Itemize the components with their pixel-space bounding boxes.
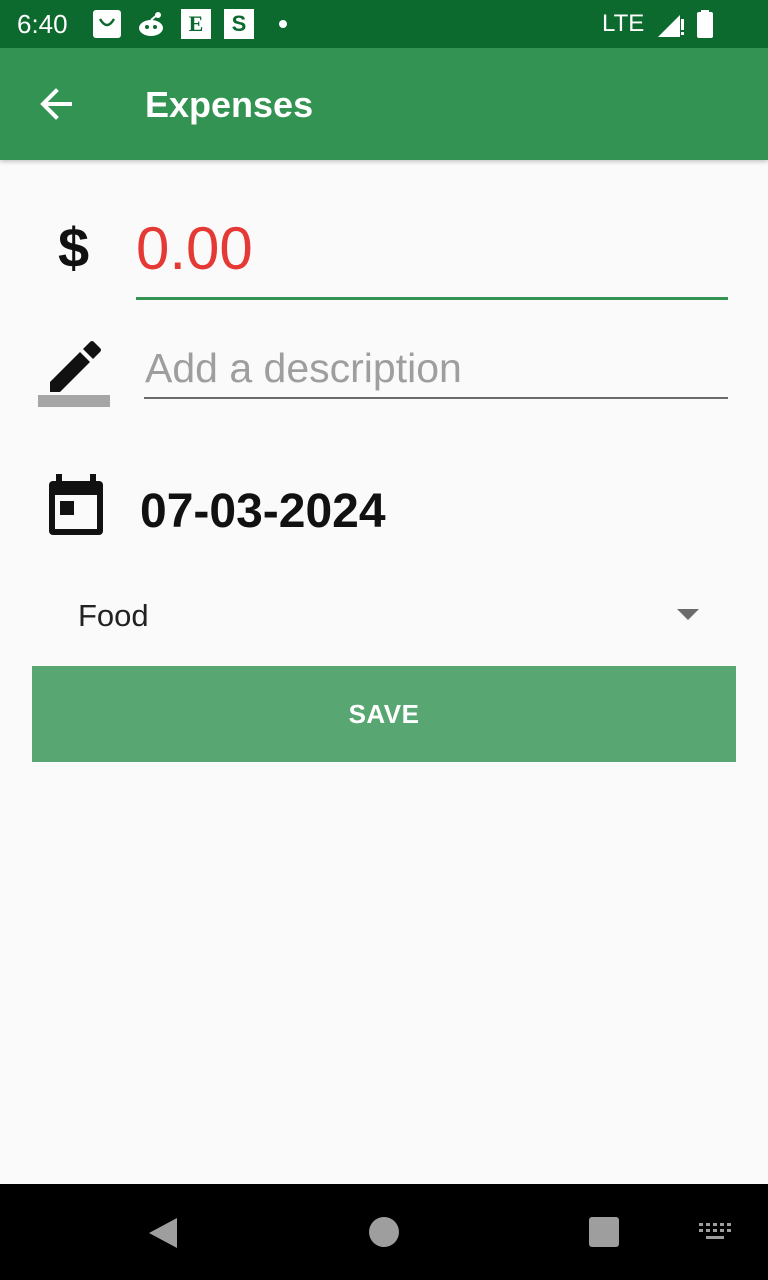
save-button[interactable]: SAVE bbox=[32, 666, 736, 762]
network-type: LTE bbox=[602, 10, 645, 37]
amount-input[interactable]: 0.00 bbox=[136, 214, 728, 284]
page-title: Expenses bbox=[145, 84, 314, 125]
date-field[interactable]: 07-03-2024 bbox=[140, 484, 386, 540]
description-underline bbox=[144, 397, 728, 399]
shopping-bag-icon bbox=[92, 9, 122, 39]
pencil-icon bbox=[38, 330, 110, 410]
signal-icon bbox=[656, 9, 686, 39]
nav-home-icon[interactable] bbox=[369, 1217, 399, 1247]
app-bar: Expenses bbox=[0, 48, 768, 160]
status-time: 6:40 bbox=[17, 9, 68, 39]
s-app-icon: S bbox=[224, 9, 254, 39]
category-selected-value: Food bbox=[78, 598, 149, 633]
amount-underline bbox=[136, 297, 728, 300]
battery-icon bbox=[690, 9, 720, 39]
back-button[interactable] bbox=[28, 76, 84, 132]
keyboard-icon[interactable] bbox=[698, 1222, 732, 1242]
calendar-icon[interactable] bbox=[46, 474, 106, 538]
currency-symbol: $ bbox=[58, 216, 90, 279]
reddit-icon bbox=[136, 9, 166, 39]
nav-back-icon[interactable] bbox=[145, 1216, 179, 1250]
dot-icon bbox=[279, 20, 287, 28]
category-dropdown[interactable]: Food bbox=[32, 584, 736, 648]
expense-screen: 6:40 E S LTE Expenses $ 0.00 Add a descr… bbox=[0, 0, 768, 1280]
nav-recents-icon[interactable] bbox=[589, 1217, 619, 1247]
etsy-icon: E bbox=[181, 9, 211, 39]
arrow-back-icon bbox=[40, 88, 72, 120]
description-input[interactable]: Add a description bbox=[145, 340, 728, 396]
status-bar: 6:40 E S LTE bbox=[0, 0, 768, 48]
dropdown-arrow-icon bbox=[677, 609, 699, 620]
